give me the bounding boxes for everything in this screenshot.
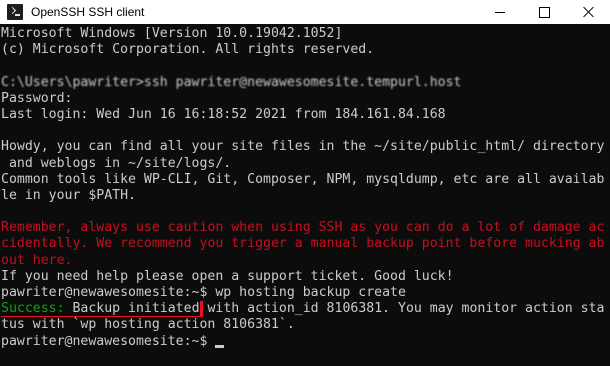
terminal-icon [7,4,23,20]
terminal-line: Microsoft Windows [Version 10.0.19042.10… [1,26,343,41]
warning-line: out here. [1,252,73,268]
success-highlight-box: Success: Backup initiated [1,301,203,318]
text-cursor [215,344,225,348]
success-label: Success: [1,301,65,317]
terminal-line: Last login: Wed Jun 16 16:18:52 2021 fro… [1,106,446,122]
close-icon [582,6,594,18]
terminal-output[interactable]: Microsoft Windows [Version 10.0.19042.10… [0,24,610,366]
minimize-icon [495,11,505,13]
warning-line: Remember, always use caution when using … [1,220,605,236]
window-titlebar[interactable]: OpenSSH SSH client [0,0,610,24]
close-button[interactable] [566,0,610,24]
success-text: Backup initiated [64,301,200,317]
terminal-line: Common tools like WP-CLI, Git, Composer,… [1,171,605,187]
maximize-icon [538,6,550,18]
terminal-line: If you need help please open a support t… [1,268,454,284]
terminal-prompt-line[interactable]: pawriter@newawesomesite:~$ [1,334,610,350]
terminal-line: Howdy, you can find all your site files … [1,139,605,155]
terminal-line: tus with `wp hosting action 8106381`. [1,317,295,333]
terminal-command-line: C:\Users\pawriter>ssh pawriter@newawesom… [1,74,462,90]
window-controls [478,0,610,24]
terminal-command-line: pawriter@newawesomesite:~$ wp hosting ba… [1,285,406,300]
terminal-line: Password: [1,90,73,106]
terminal-line: and weblogs in ~/site/logs/. [1,155,232,171]
terminal-line: with action_id 8106381. You may monitor … [207,301,605,317]
success-line: Success: Backup initiated with action_id… [1,301,610,318]
minimize-button[interactable] [478,0,522,24]
terminal-line: le in your $PATH. [1,187,136,203]
terminal-line: (c) Microsoft Corporation. All rights re… [1,42,375,58]
window-title: OpenSSH SSH client [31,5,145,19]
maximize-button[interactable] [522,0,566,24]
prompt-text: pawriter@newawesomesite:~$ [1,333,216,349]
warning-line: cidentally. We recommend you trigger a m… [1,236,605,252]
